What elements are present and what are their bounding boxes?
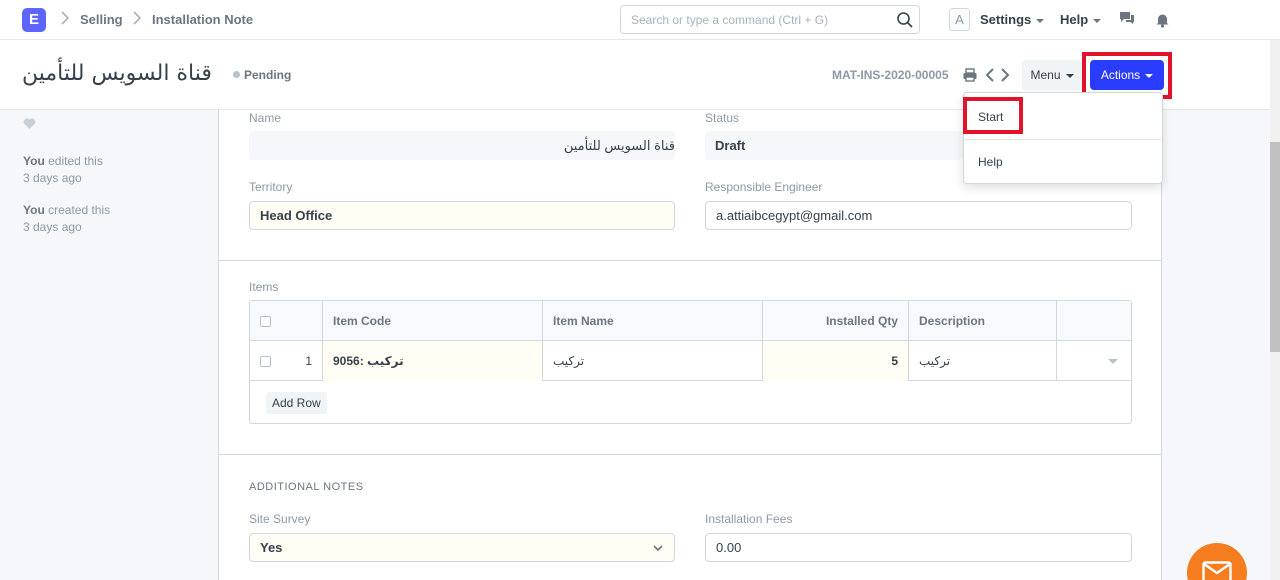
chevron-right-icon [60,10,70,29]
items-table-header: Item Code Item Name Installed Qty Descri… [250,301,1131,341]
chevron-left-icon[interactable] [984,66,996,84]
row-index: 1 [250,341,323,381]
caret-down-icon [1036,18,1045,23]
menu-label: Menu [1030,68,1061,82]
responsible-engineer-label: Responsible Engineer [705,180,823,194]
scrollbar-thumb[interactable] [1270,142,1280,352]
activity-who: You [23,154,45,168]
navbar: E Selling Installation Note Search or ty… [0,0,1280,40]
items-table: Item Code Item Name Installed Qty Descri… [249,300,1132,424]
site-survey-value: Yes [260,540,283,555]
cell-item-name[interactable]: تركيب [543,341,763,381]
site-survey-select[interactable]: Yes [249,533,675,562]
cell-installed-qty[interactable]: 5 [763,341,909,381]
activity-item: You created this 3 days ago [23,202,110,236]
user-avatar[interactable]: A [949,8,970,31]
col-item-name: Item Name [543,301,763,341]
chat-icon[interactable] [1118,10,1136,28]
caret-down-icon [1145,73,1154,78]
territory-label: Territory [249,180,293,194]
help-dropdown[interactable]: Help [1060,12,1102,27]
mail-icon [1202,561,1232,580]
cell-item-code[interactable]: 9056: تركيب [323,341,543,381]
activity-action: edited this [44,154,103,168]
status-indicator-dot [233,71,240,78]
bell-icon[interactable] [1154,11,1172,29]
row-index-number: 1 [305,354,312,368]
col-item-code: Item Code [323,301,543,341]
territory-field[interactable]: Head Office [249,201,675,230]
select-all-checkbox[interactable] [260,316,271,327]
settings-label: Settings [980,12,1032,27]
items-label: Items [249,280,279,294]
search-placeholder: Search or type a command (Ctrl + G) [631,13,829,27]
page-title: قناة السويس للتأمين [22,61,212,86]
site-survey-label: Site Survey [249,512,311,526]
activity-when: 3 days ago [23,220,82,234]
installation-fees-field[interactable]: 0.00 [705,533,1132,562]
actions-button[interactable]: Actions [1090,60,1164,90]
status-field: Draft [705,131,963,160]
status-label: Status [705,111,740,125]
activity-when: 3 days ago [23,171,82,185]
activity-who: You [23,203,45,217]
section-divider [218,260,1162,261]
document-name: MAT-INS-2020-00005 [832,68,949,82]
activity-action: created this [44,203,111,217]
row-edit-caret-icon[interactable] [1108,359,1118,364]
breadcrumb-selling[interactable]: Selling [80,12,123,27]
search-input[interactable]: Search or type a command (Ctrl + G) [620,5,920,34]
breadcrumb-installation-note[interactable]: Installation Note [152,12,253,27]
heart-icon[interactable] [23,118,36,130]
menu-item-help[interactable]: Help [964,147,1162,177]
settings-dropdown[interactable]: Settings [980,12,1045,27]
name-field[interactable]: قناة السويس للتأمين [249,131,675,160]
app-logo[interactable]: E [22,8,46,32]
col-description: Description [909,301,1057,341]
activity-item: You edited this 3 days ago [23,153,103,187]
menu-button[interactable]: Menu [1022,60,1082,90]
section-divider [218,454,1162,455]
table-row[interactable]: 1 9056: تركيب تركيب 5 تركيب [250,341,1131,381]
status-indicator: Pending [244,68,292,82]
add-row-button[interactable]: Add Row [266,392,327,414]
name-label: Name [249,111,282,125]
cell-description[interactable]: تركيب [909,341,1057,381]
responsible-engineer-field[interactable]: a.attiaibcegypt@gmail.com [705,201,1132,230]
chevron-right-icon [132,10,142,29]
search-icon[interactable] [896,11,914,29]
installation-fees-label: Installation Fees [705,512,793,526]
caret-down-icon [1065,73,1074,78]
row-action-col [1057,341,1131,381]
caret-down-icon [1093,18,1102,23]
help-label: Help [1060,12,1089,27]
chevron-down-icon [653,545,663,552]
col-installed-qty: Installed Qty [763,301,909,341]
header-action-col [1057,301,1131,341]
print-icon[interactable] [962,67,978,83]
header-index-col [250,301,323,341]
start-highlight-outline [963,97,1023,134]
row-checkbox[interactable] [260,356,271,367]
additional-notes-heading: ADDITIONAL NOTES [249,481,364,493]
chevron-right-icon[interactable] [999,66,1011,84]
dropdown-divider [964,139,1162,140]
actions-label: Actions [1100,68,1141,82]
